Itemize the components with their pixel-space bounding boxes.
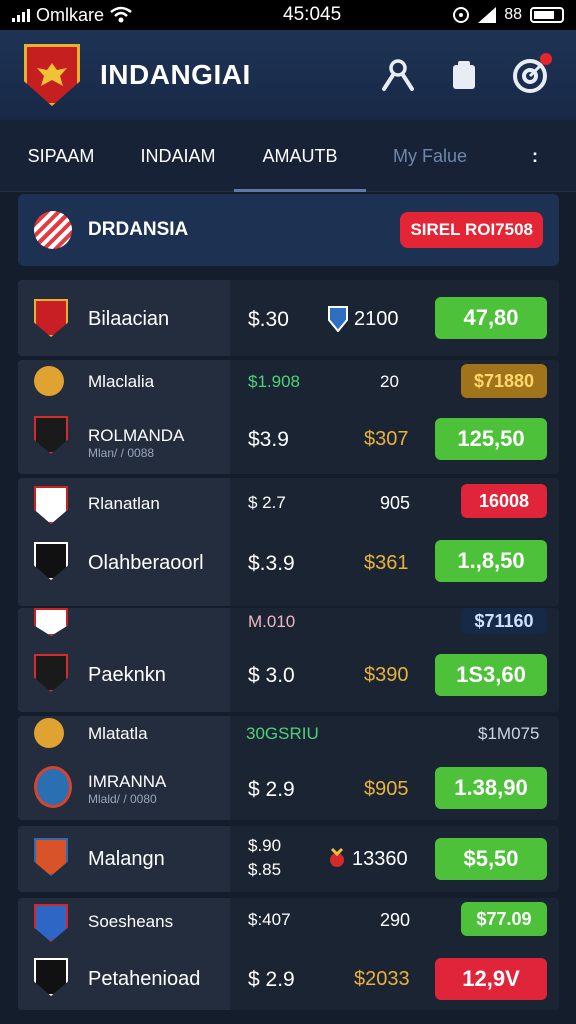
match-card[interactable]: Rlanatlan $ 2.7 905 16008 Olahberaoorl $…	[18, 478, 559, 606]
team-crest-icon	[34, 299, 68, 337]
match-card[interactable]: Soesheans $:407 290 $77.09 Petahenioad $…	[18, 898, 559, 1010]
odds-button[interactable]: 12,9V	[435, 958, 547, 1000]
tab-indaiam[interactable]: INDAIAM	[122, 120, 234, 192]
mid-value: 20	[380, 372, 399, 391]
team-name: Mlatatla	[88, 724, 148, 743]
team-crest-icon	[34, 608, 68, 636]
price: M.010	[248, 612, 296, 631]
team-subtitle: Mlan/ / 0088	[88, 446, 155, 460]
mid-value: 2100	[354, 308, 399, 330]
mid-value: $390	[364, 664, 409, 686]
team-name: Olahberaoorl	[88, 552, 204, 574]
price: $.3.9	[248, 552, 295, 575]
notifications-button[interactable]	[508, 53, 552, 97]
match-card[interactable]: M.010 $71160 Paeknkn $ 3.0 $390 1S3,60	[18, 608, 559, 712]
status-bar: Omlkare 45:045 88	[0, 0, 576, 30]
wallet-button[interactable]	[442, 53, 486, 97]
tab-bar: SIPAAM INDAIAM AMAUTB My Falue :	[0, 120, 576, 192]
cell-signal-icon	[478, 7, 497, 23]
odds-button[interactable]: 47,80	[435, 297, 547, 339]
price: $.30	[248, 308, 289, 331]
mid-value: $2033	[354, 968, 410, 990]
network-label: 88	[504, 6, 522, 23]
team-crest-icon	[34, 766, 72, 808]
crest-mini-icon	[330, 847, 344, 867]
app-title: INDANGIAI	[100, 59, 251, 90]
price: $3.9	[248, 428, 289, 451]
mid-value: 13360	[352, 848, 408, 870]
mid-value: $361	[364, 552, 409, 574]
status-right: 88	[452, 6, 564, 24]
app-logo[interactable]	[24, 44, 80, 106]
odds-button[interactable]: 16008	[461, 484, 547, 518]
price: $ 2.9	[248, 968, 295, 991]
team-name: Soesheans	[88, 912, 174, 931]
team-name: Rlanatlan	[88, 494, 160, 513]
banner-badge[interactable]: SIREL ROI7508	[400, 212, 543, 248]
price: $ 2.9	[248, 778, 295, 801]
team-name: ROLMANDA	[88, 426, 185, 445]
match-card[interactable]: Bilaacian $.30 2100 47,80	[18, 280, 559, 356]
price: $1.908	[248, 372, 300, 391]
team-name: IMRANNA	[88, 772, 167, 791]
signal-icon	[12, 8, 30, 22]
odds-button[interactable]: $5,50	[435, 838, 547, 880]
team-crest-icon	[34, 718, 64, 748]
mid-value: $1M075	[478, 724, 540, 743]
tab-more[interactable]: :	[494, 120, 576, 192]
tab-my-falue[interactable]: My Falue	[366, 120, 494, 192]
battery-icon	[530, 7, 564, 23]
price: 30GSRIU	[246, 724, 319, 743]
team-crest-icon	[34, 654, 68, 692]
team-crest-icon	[34, 486, 68, 524]
notification-dot	[540, 53, 552, 65]
user-icon	[382, 59, 414, 91]
team-crest-icon	[34, 416, 68, 454]
team-crest-icon	[34, 958, 68, 996]
team-name: Mlaclalia	[88, 372, 155, 391]
wallet-icon	[453, 61, 475, 89]
carrier-name: Omlkare	[36, 4, 105, 25]
team-crest-icon	[34, 904, 68, 942]
wifi-icon	[110, 6, 132, 23]
price-secondary: $.85	[248, 860, 282, 879]
team-name: Malangn	[88, 848, 165, 870]
status-time: 45:045	[283, 4, 342, 25]
price: $:407	[248, 910, 291, 929]
match-card[interactable]: Mlatatla 30GSRIU $1M075 IMRANNA Mlald/ /…	[18, 716, 559, 820]
team-name: Bilaacian	[88, 308, 170, 330]
banner-title: DRDANSIA	[88, 219, 189, 240]
odds-button[interactable]: 1.38,90	[435, 767, 547, 809]
ball-icon	[34, 211, 72, 249]
match-card[interactable]: Malangn $.90 $.85 13360 $5,50	[18, 826, 559, 892]
team-crest-icon	[34, 366, 64, 396]
match-card[interactable]: Mlaclalia $1.908 20 $71880 ROLMANDA Mlan…	[18, 360, 559, 474]
price: $ 3.0	[248, 664, 295, 687]
odds-button[interactable]: $71160	[461, 608, 547, 634]
mid-value: 905	[380, 493, 411, 513]
price: $ 2.7	[248, 493, 286, 512]
tab-amautb[interactable]: AMAUTB	[234, 120, 366, 192]
eagle-crest-icon	[37, 63, 67, 86]
mid-value: $905	[364, 778, 409, 800]
price: $.90	[248, 836, 282, 855]
mid-value: 290	[380, 910, 411, 930]
team-name: Petahenioad	[88, 968, 201, 990]
odds-button[interactable]: 1S3,60	[435, 654, 547, 696]
shield-icon	[328, 306, 348, 332]
odds-button[interactable]: $77.09	[461, 902, 547, 936]
tab-sipaam[interactable]: SIPAAM	[0, 120, 122, 192]
odds-button[interactable]: $71880	[461, 364, 547, 398]
alarm-icon	[453, 7, 470, 23]
team-name: Paeknkn	[88, 664, 166, 686]
team-crest-icon	[34, 838, 68, 876]
odds-button[interactable]: 1.,8,50	[435, 540, 547, 582]
user-button[interactable]	[376, 53, 420, 97]
team-subtitle: Mlald/ / 0080	[88, 792, 157, 806]
mid-value: $307	[364, 428, 409, 450]
league-banner[interactable]: DRDANSIA SIREL ROI7508	[18, 194, 559, 266]
odds-button[interactable]: 125,50	[435, 418, 547, 460]
team-crest-icon	[34, 542, 68, 580]
app-header: INDANGIAI	[0, 30, 576, 120]
